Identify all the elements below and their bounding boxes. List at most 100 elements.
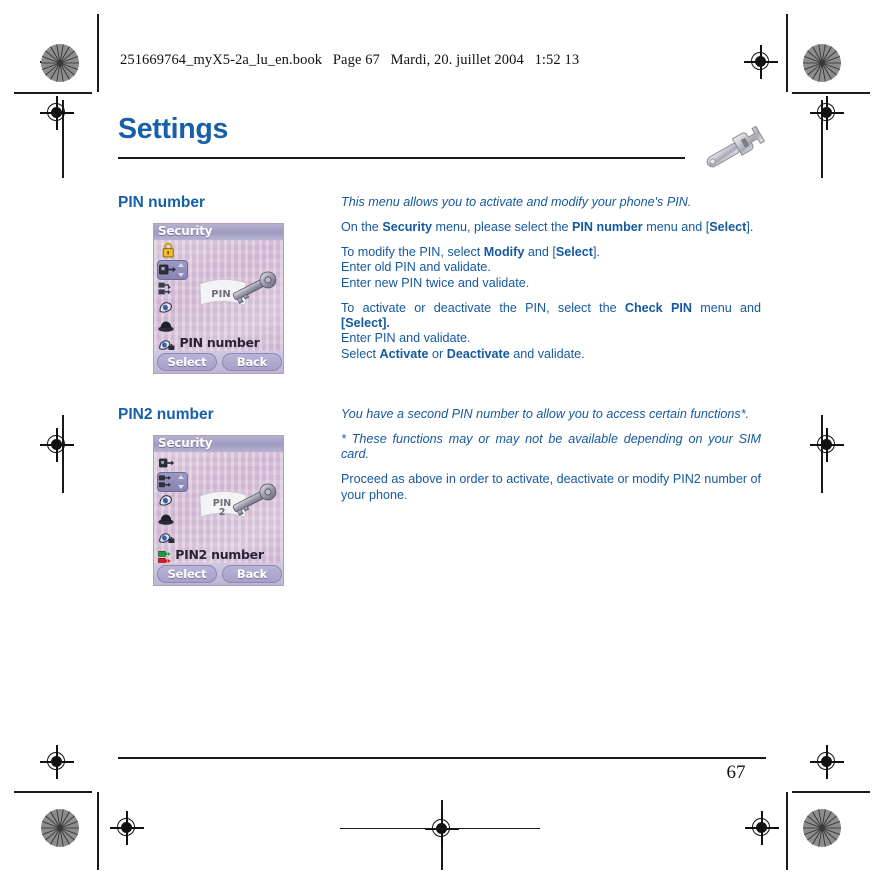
section-heading-pin2-number: PIN2 number (118, 406, 214, 423)
text-run: Enter old PIN and validate. (341, 260, 491, 275)
pin2-code-icon[interactable] (156, 279, 186, 298)
crop-line (792, 92, 870, 94)
print-header-date: Mardi, 20. juillet 2004 (390, 52, 524, 68)
registration-target (40, 428, 74, 462)
phone-softkey-back[interactable]: Back (222, 565, 282, 583)
paragraph: To activate or deactivate the PIN, selec… (341, 301, 761, 363)
crop-line (786, 14, 788, 92)
pin-code-icon[interactable] (156, 453, 186, 472)
paragraph: This menu allows you to activate and mod… (341, 195, 761, 210)
call-barring-icon[interactable] (156, 298, 186, 317)
call-barring-icon[interactable] (156, 491, 186, 510)
registration-target (110, 811, 144, 845)
phone-softkey-bar: Select Back (154, 563, 283, 585)
padlock-icon (156, 241, 186, 260)
text-run-bold: Deactivate (446, 346, 510, 361)
section-heading-pin-number: PIN number (118, 194, 205, 211)
text-run: To activate or deactivate the PIN, selec… (341, 300, 625, 315)
phone-screen-caption: PIN number (179, 335, 260, 350)
page-number: 67 (726, 762, 746, 783)
text-run-bold: Security (382, 219, 433, 234)
scroll-up-arrow-icon[interactable] (177, 262, 184, 267)
text-run: To modify the PIN, select (341, 244, 484, 259)
text-run: Enter new PIN twice and validate. (341, 275, 530, 290)
wrench-icon (698, 125, 766, 174)
privacy-icon[interactable] (156, 510, 186, 529)
scroll-up-arrow-icon[interactable] (177, 474, 184, 479)
phone-screen-body: PIN PIN number (154, 240, 283, 353)
document-page: 251669764_myX5-2a_lu_en.book Page 67 Mar… (0, 0, 884, 884)
phone-softkey-select[interactable]: Select (157, 353, 217, 371)
crop-line (14, 791, 92, 793)
text-run: Select (341, 346, 380, 361)
registration-target (810, 745, 844, 779)
pin2-key-illustration: PIN 2 (198, 478, 283, 534)
phone-screenshot-pin2-number: Security PIN 2 PIN2 number Select Back (153, 435, 284, 586)
phone-softkey-bar: Select Back (154, 351, 283, 373)
text-run-bold: Modify (483, 244, 525, 259)
crop-line (97, 14, 99, 92)
text-run-bold: Activate (379, 346, 429, 361)
title-divider (118, 157, 685, 159)
phone-titlebar-label: Security (158, 224, 213, 238)
density-patch (40, 43, 80, 83)
text-run-italic: * These functions may or may not be avai… (341, 431, 761, 462)
text-run-italic: You have a second PIN number to allow yo… (341, 407, 750, 421)
registration-target (425, 812, 459, 846)
text-run-bold: Check PIN (624, 300, 692, 315)
pin-code-icon[interactable] (156, 260, 188, 280)
operator-lock-icon[interactable] (156, 529, 186, 548)
paragraph: On the Security menu, please select the … (341, 220, 761, 235)
text-run: and validate. (509, 346, 585, 361)
scroll-down-arrow-icon[interactable] (177, 484, 184, 489)
phone-screen-body: PIN 2 PIN2 number (154, 452, 283, 565)
paragraph: To modify the PIN, select Modify and [Se… (341, 245, 761, 291)
phone-scroll-arrows[interactable] (177, 474, 185, 490)
phone-softkey-select[interactable]: Select (157, 565, 217, 583)
paragraph: Proceed as above in order to activate, d… (341, 472, 761, 503)
pin2-code-icon[interactable] (156, 472, 188, 492)
registration-target (745, 811, 779, 845)
scroll-down-arrow-icon[interactable] (177, 272, 184, 277)
starburst-icon (41, 44, 79, 82)
text-run-bold: Select (709, 219, 747, 234)
text-run: ]. (593, 244, 600, 259)
registration-target (40, 745, 74, 779)
print-header-time: 1:52 13 (534, 52, 580, 68)
print-header-filename: 251669764_myX5-2a_lu_en.book (120, 52, 323, 68)
starburst-icon (41, 809, 79, 847)
print-header-page: Page 67 (332, 52, 380, 68)
registration-target (810, 96, 844, 130)
density-patch (802, 808, 842, 848)
density-patch (802, 43, 842, 83)
text-run: menu and (691, 300, 761, 315)
starburst-icon (803, 44, 841, 82)
crop-line (97, 792, 99, 870)
text-run: menu and [ (642, 219, 710, 234)
key-tag-label: PIN (211, 289, 230, 300)
phone-titlebar-label: Security (158, 436, 213, 450)
section-body-pin-number: This menu allows you to activate and mod… (341, 195, 761, 362)
phone-scroll-arrows[interactable] (177, 262, 185, 278)
registration-target (40, 96, 74, 130)
text-run-bold: [Select]. (341, 315, 390, 330)
phone-titlebar: Security (154, 436, 283, 452)
phone-screenshot-pin-number: Security PIN PIN number Select Back (153, 223, 284, 374)
footer-divider (118, 757, 766, 759)
density-patch (40, 808, 80, 848)
page-title: Settings (118, 113, 229, 145)
intro-text: This menu allows you to activate and mod… (341, 195, 692, 209)
phone-softkey-back[interactable]: Back (222, 353, 282, 371)
registration-target (744, 45, 778, 79)
text-run: and [ (524, 244, 556, 259)
key-tag-label-2: 2 (219, 507, 226, 518)
crop-line (786, 792, 788, 870)
text-run: ]. (746, 219, 754, 234)
privacy-icon[interactable] (156, 317, 186, 336)
starburst-icon (803, 809, 841, 847)
paragraph: * These functions may or may not be avai… (341, 432, 761, 463)
paragraph: You have a second PIN number to allow yo… (341, 407, 761, 422)
registration-target (810, 428, 844, 462)
text-run: Proceed as above in order to activate, d… (341, 472, 762, 502)
section-body-pin2-number: You have a second PIN number to allow yo… (341, 407, 761, 503)
